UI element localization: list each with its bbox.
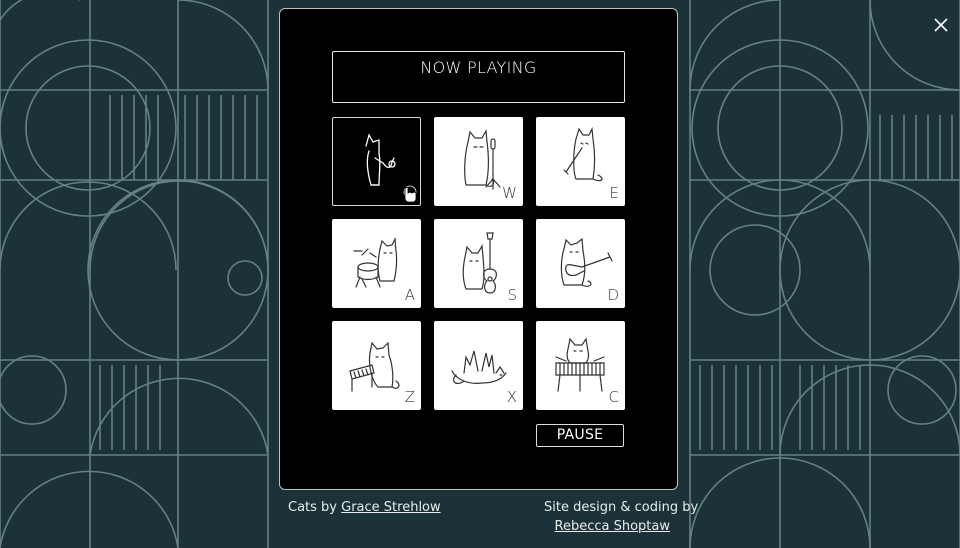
tile-key: X (506, 388, 517, 406)
pause-button[interactable]: PAUSE (536, 424, 624, 447)
cat-tile-xylophone[interactable]: C (536, 321, 625, 410)
cats-credit-label: Cats by (288, 500, 337, 515)
tile-key: E (609, 184, 619, 202)
cats-credit: Cats by Grace Strehlow (288, 500, 441, 515)
hand-pointer-icon (403, 185, 417, 203)
cat-tile-drums[interactable]: A (332, 219, 421, 308)
tile-key: W (502, 184, 517, 202)
tile-key: A (404, 286, 415, 304)
cat-tile-acoustic-guitar[interactable]: S (434, 219, 523, 308)
cats-artist-link[interactable]: Grace Strehlow (341, 500, 441, 515)
tile-key: Z (404, 388, 415, 406)
tile-key: D (607, 286, 619, 304)
now-playing-display: NOW PLAYING (332, 51, 625, 103)
close-button[interactable] (930, 14, 952, 36)
cat-tile-clarinet[interactable]: E (536, 117, 625, 206)
cat-tile-microphone[interactable]: W (434, 117, 523, 206)
tile-key: C (608, 388, 619, 406)
site-author-link[interactable]: Rebecca Shoptaw (555, 519, 670, 534)
cat-tile-saxophone[interactable] (332, 117, 421, 206)
site-credit-label: Site design & coding by (544, 500, 699, 515)
cat-tile-sleeping[interactable]: X (434, 321, 523, 410)
tile-key: S (507, 286, 517, 304)
site-credit: Rebecca Shoptaw (550, 519, 670, 534)
close-icon (934, 18, 948, 32)
now-playing-label: NOW PLAYING (420, 58, 537, 77)
saxophone-cat-icon (365, 133, 417, 203)
cat-tile-keyboard[interactable]: Z (332, 321, 421, 410)
cat-tile-electric-guitar[interactable]: D (536, 219, 625, 308)
